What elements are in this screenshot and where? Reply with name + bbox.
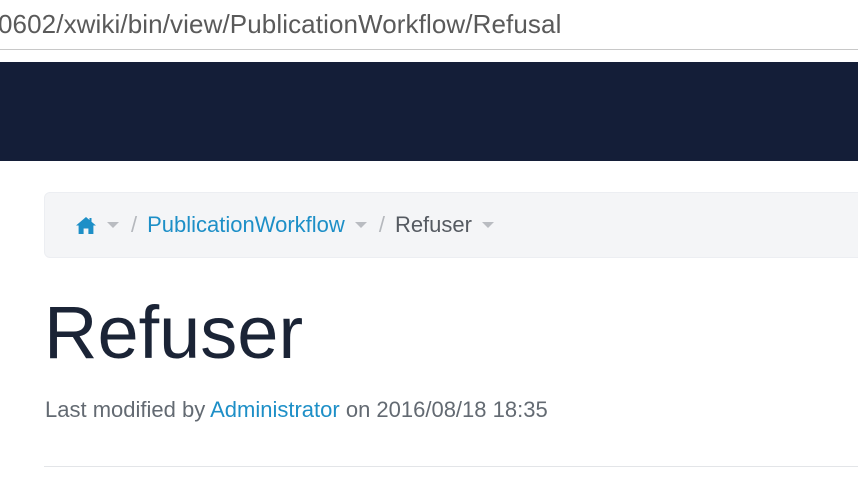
top-navbar [0,62,858,161]
page-title: Refuser [44,291,304,374]
meta-suffix: on 2016/08/18 18:35 [345,397,548,422]
author-link[interactable]: Administrator [210,397,340,422]
home-icon-glyph [76,216,96,234]
publicationworkflow-chevron-down-icon[interactable] [354,222,367,228]
home-chevron-down-icon[interactable] [107,222,119,228]
current-chevron-down-icon[interactable] [481,222,494,228]
meta-prefix: Last modified by [45,397,206,422]
browser-url-bar[interactable]: 0602/xwiki/bin/view/PublicationWorkflow/… [0,0,858,50]
breadcrumb: / PublicationWorkflow / Refuser [44,192,858,258]
breadcrumb-item-current: Refuser [394,212,472,237]
url-text[interactable]: 0602/xwiki/bin/view/PublicationWorkflow/… [0,9,561,40]
home-icon[interactable] [75,216,97,235]
content-divider [44,466,858,467]
breadcrumb-separator: / [378,212,385,237]
url-bar-gap [0,50,858,62]
breadcrumb-item-publicationworkflow[interactable]: PublicationWorkflow [147,212,345,238]
breadcrumb-separator: / [131,212,138,237]
last-modified-info: Last modified by Administrator on 2016/0… [45,397,548,423]
